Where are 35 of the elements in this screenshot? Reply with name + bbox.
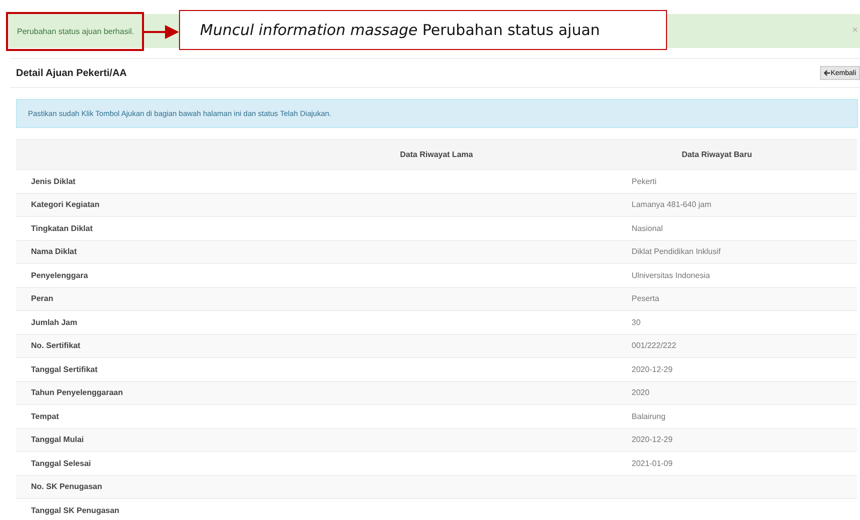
- table-cell-text: 30: [630, 318, 642, 327]
- table-cell-text: Nasional: [630, 224, 664, 233]
- row-label: Tanggal Selesai: [30, 458, 92, 468]
- row-label: No. SK Penugasan: [30, 482, 104, 492]
- table-cell-text: 2020-12-29: [630, 364, 674, 374]
- table-cell-text: 2020: [630, 388, 650, 398]
- panel-title: Detail Ajuan Pekerti/AA: [15, 68, 127, 78]
- alert-message: Perubahan status ajuan berhasil.: [17, 26, 134, 36]
- table-cell-text: Lamanya 481-640 jam: [630, 200, 712, 210]
- table-cell-text: 2021-01-09: [630, 458, 674, 468]
- row-label: Tempat: [30, 412, 60, 421]
- table-cell-text: Pekerti: [630, 176, 658, 186]
- row-label: Nama Diklat: [30, 247, 78, 256]
- row-label: Tanggal Sertifikat: [30, 364, 99, 374]
- column-header: Data Riwayat Baru: [680, 150, 753, 159]
- table-cell-text: 2020-12-29: [630, 435, 674, 444]
- row-label: Jumlah Jam: [30, 318, 78, 327]
- row-label: Tanggal Mulai: [30, 435, 85, 444]
- row-label: Tingkatan Diklat: [30, 224, 94, 233]
- table-cell-text: Balairung: [630, 412, 666, 421]
- table-cell-text: Peserta: [630, 294, 660, 304]
- column-header: Data Riwayat Lama: [399, 150, 474, 159]
- row-label: No. Sertifikat: [30, 341, 82, 350]
- row-label: Tanggal SK Penugasan: [30, 506, 120, 515]
- row-label: Kategori Kegiatan: [30, 200, 100, 210]
- row-label: Jenis Diklat: [30, 176, 76, 186]
- arrow-icon: [143, 25, 179, 39]
- callout-note: Muncul information massage Perubahan status ajuan: [179, 10, 667, 50]
- row-label: Peran: [30, 294, 54, 304]
- table-cell-text: Ulniversitas Indonesia: [630, 270, 711, 280]
- table-cell-text: Diklat Pendidikan Inklusif: [630, 247, 722, 256]
- left-arrow-icon: [824, 70, 830, 76]
- table-cell-text: 001/222/222: [630, 341, 678, 350]
- row-label: Penyelenggara: [30, 270, 89, 280]
- row-label: Tahun Penyelenggaraan: [30, 388, 124, 398]
